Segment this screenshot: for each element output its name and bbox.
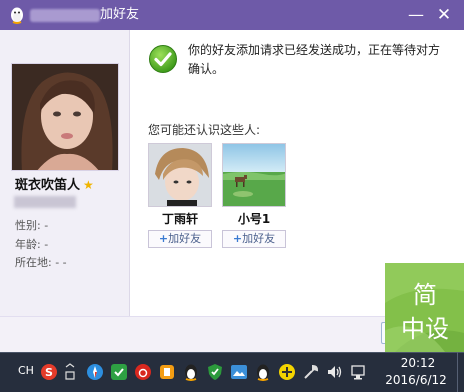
taskbar: CH S 20:12 2016/6/12: [0, 352, 464, 392]
suggestion-card: 丁雨轩 +加好友: [148, 143, 212, 248]
location-info: 所在地: - -: [15, 256, 67, 269]
friend-avatar[interactable]: [11, 63, 119, 171]
plus-icon: +: [158, 232, 169, 245]
netease-music-icon[interactable]: [134, 363, 152, 381]
suggestion-name[interactable]: 小号1: [222, 211, 286, 227]
close-button[interactable]: ✕: [432, 3, 456, 27]
suggestion-photo: [223, 144, 285, 206]
star-icon: ★: [83, 178, 94, 192]
wechat-icon[interactable]: [110, 363, 128, 381]
network-icon[interactable]: [350, 363, 368, 381]
clock-time[interactable]: 20:12: [393, 355, 443, 371]
success-message: 你的好友添加请求已经发送成功，正在等待对方确认。: [188, 43, 441, 76]
watermark-text-glyphs: 简 中设: [401, 281, 449, 343]
svg-text:S: S: [45, 366, 53, 379]
add-friend-label: 加好友: [168, 232, 202, 245]
profile-panel: 斑衣吹笛人 ★ 性别: - 年龄: - 所在地: - -: [0, 30, 130, 316]
security-shield-icon[interactable]: [206, 363, 224, 381]
gender-info: 性别: -: [15, 219, 49, 232]
qq-icon-2[interactable]: [254, 363, 272, 381]
tool-icon[interactable]: [302, 363, 320, 381]
suggestion-name[interactable]: 丁雨轩: [148, 211, 212, 227]
watermark-logo: 简 中设: [385, 263, 464, 352]
clock-date[interactable]: 2016/6/12: [380, 372, 452, 388]
age-info: 年龄: -: [15, 238, 49, 251]
success-check-icon: [149, 45, 177, 73]
suggestion-avatar[interactable]: [222, 143, 286, 207]
add-friend-label: 加好友: [242, 232, 276, 245]
plus-icon: +: [232, 232, 243, 245]
add-app-icon[interactable]: [278, 363, 296, 381]
suggestion-photo: [149, 144, 211, 206]
watermark-line-1: 简: [413, 281, 437, 309]
watermark-line-2: 中设: [401, 315, 449, 343]
sogou-ime-icon[interactable]: S: [40, 363, 58, 381]
minimize-button[interactable]: —: [404, 3, 428, 27]
suggestion-card: 小号1 +加好友: [222, 143, 286, 248]
qq-icon[interactable]: [182, 363, 200, 381]
show-desktop-button[interactable]: [457, 352, 464, 392]
suggestions-title: 您可能还认识这些人:: [148, 123, 261, 137]
watermark-text: 简 中设: [393, 273, 457, 343]
volume-icon[interactable]: [326, 363, 344, 381]
app-icon[interactable]: [158, 363, 176, 381]
window-title: 加好友: [100, 7, 140, 22]
photo-app-icon[interactable]: [230, 363, 248, 381]
suggestion-avatar[interactable]: [148, 143, 212, 207]
taskbar-border: [0, 352, 464, 353]
avatar-photo: [12, 64, 118, 170]
nickname[interactable]: 斑衣吹笛人: [15, 178, 80, 193]
safari-icon[interactable]: [86, 363, 104, 381]
add-friend-button[interactable]: +加好友: [148, 230, 212, 248]
blurred-id: [14, 196, 76, 208]
title-bar: 加好友 — ✕: [0, 0, 464, 30]
add-friend-button[interactable]: +加好友: [222, 230, 286, 248]
nickname-row: 斑衣吹笛人 ★: [15, 177, 125, 195]
blurred-username: [30, 9, 100, 22]
tray-arrow-icon[interactable]: [64, 363, 76, 381]
language-indicator[interactable]: CH: [18, 364, 34, 377]
qq-penguin-icon: [11, 7, 23, 24]
